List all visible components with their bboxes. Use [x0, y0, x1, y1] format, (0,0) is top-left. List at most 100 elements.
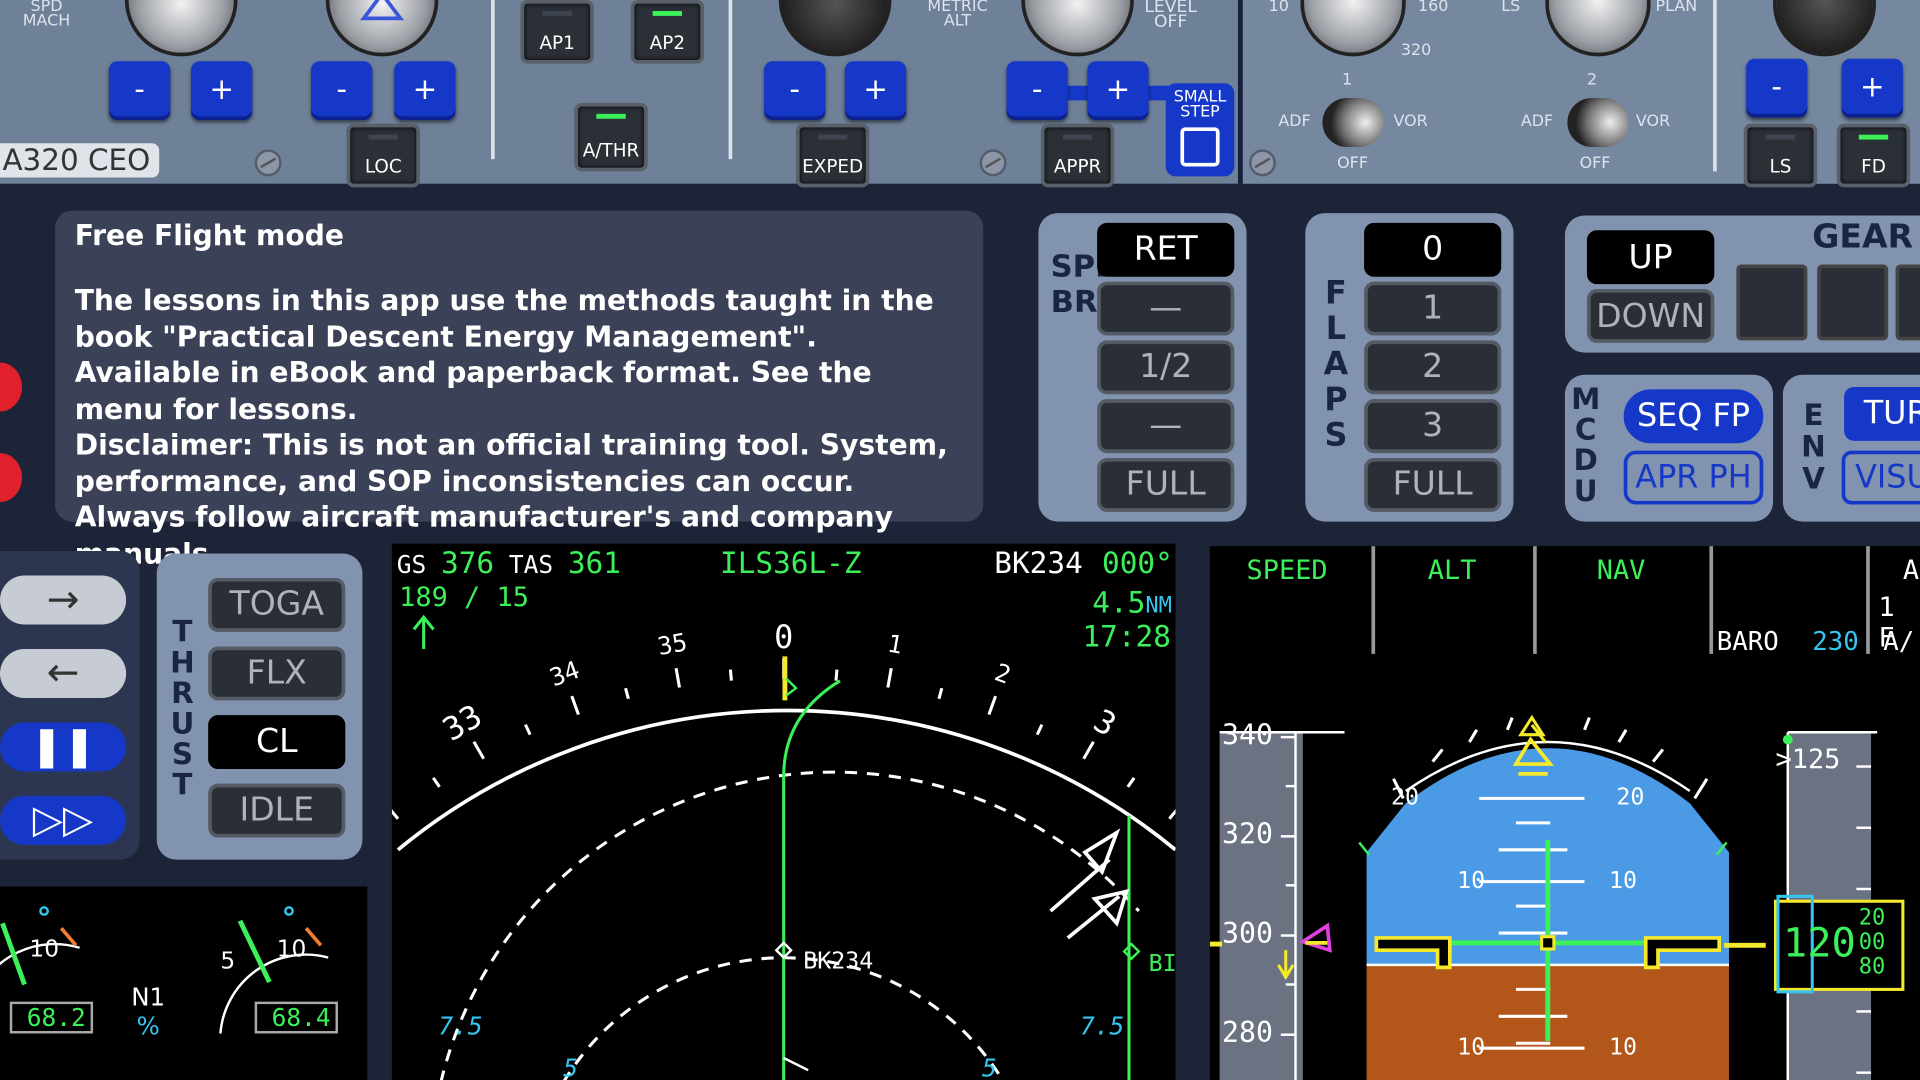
ls-button[interactable]: LS: [1743, 123, 1818, 188]
off-1-label: OFF: [1337, 154, 1368, 173]
approach-name: ILS36L-Z: [720, 546, 862, 581]
tas-label: TAS: [508, 549, 554, 580]
altitude-top-label: >125: [1775, 744, 1841, 776]
n1-label: N1: [131, 982, 166, 1012]
fast-forward-icon: ▷▷: [32, 795, 94, 843]
seq-fp-button[interactable]: SEQ FP: [1623, 389, 1764, 444]
app-stage: SPD MACH - + - + A320 CEO LOC AP1 AP2 A/…: [0, 0, 1920, 1080]
compass-tick: [391, 809, 400, 820]
athr-button[interactable]: A/THR: [574, 102, 648, 172]
compass-tick: [431, 776, 441, 788]
adf-vor-2-switch[interactable]: [1567, 97, 1629, 147]
aircraft-center-icon: [1540, 935, 1556, 951]
range-inner-right-label: 5: [982, 1053, 997, 1080]
flaps-3[interactable]: 3: [1364, 399, 1502, 454]
ap2-button[interactable]: AP2: [630, 0, 705, 64]
speed-brake-ret[interactable]: RET: [1097, 222, 1235, 277]
flaps-full[interactable]: FULL: [1364, 457, 1502, 512]
vs-plus-button[interactable]: +: [1087, 61, 1149, 121]
pause-button[interactable]: ❚❚: [0, 722, 127, 772]
ground-speed: GS 376 TAS 361: [397, 546, 621, 580]
checkbox-icon: [1180, 127, 1220, 167]
env-label: E N V: [1801, 397, 1826, 496]
visu-button[interactable]: VISU: [1841, 450, 1920, 505]
vor-2-label: VOR: [1635, 112, 1671, 132]
heading-minus-button[interactable]: -: [311, 61, 373, 121]
flaps-1[interactable]: 1: [1364, 281, 1502, 336]
alt-plus-button[interactable]: +: [844, 61, 907, 121]
heading-plus-button[interactable]: +: [394, 61, 456, 121]
aircraft-model-label: A320 CEO: [0, 143, 160, 178]
nd-time: 17:28: [1082, 619, 1171, 654]
compass-label: 0: [774, 619, 794, 657]
fd-button[interactable]: FD: [1836, 123, 1911, 188]
ap1-button[interactable]: AP1: [520, 0, 594, 64]
nd-callsign: BK234: [994, 546, 1083, 581]
vs-minus-button[interactable]: -: [1006, 61, 1068, 121]
range-right-label: 7.5: [1080, 1011, 1125, 1041]
altitude-knob[interactable]: [778, 0, 892, 57]
gs-value: 376: [440, 546, 495, 581]
exped-button[interactable]: EXPED: [795, 123, 870, 188]
nd-heading: 000°: [1102, 546, 1173, 581]
eng2-n1-value: 68.4: [254, 1001, 338, 1034]
gear-up-button[interactable]: UP: [1586, 230, 1715, 285]
tur-button[interactable]: TUR: [1844, 386, 1920, 441]
apr-ph-button[interactable]: APR PH: [1623, 450, 1764, 505]
adf-vor-1-switch[interactable]: [1322, 97, 1384, 147]
red-indicator-icon[interactable]: [0, 453, 23, 503]
screw-icon: [254, 149, 282, 177]
flaps-0[interactable]: 0: [1364, 222, 1502, 277]
compass-tick: [624, 687, 630, 700]
eng1-n1-value: 68.2: [9, 1001, 94, 1034]
speed-plus-button[interactable]: +: [191, 61, 253, 121]
speed-minus-button[interactable]: -: [108, 61, 171, 121]
compass-tick: [728, 669, 733, 681]
flaps-2[interactable]: 2: [1364, 340, 1502, 395]
n1-gauges: [0, 906, 329, 1034]
heading-knob[interactable]: [325, 0, 439, 57]
screw-icon: [979, 149, 1007, 177]
baro-minus-button[interactable]: -: [1746, 58, 1808, 118]
speed-trend-icon: [1277, 950, 1295, 981]
compass-tick: [674, 667, 681, 688]
speed-brake-detent-3[interactable]: —: [1097, 399, 1235, 454]
thrust-idle[interactable]: IDLE: [208, 783, 346, 838]
info-panel: Free Flight mode The lessons in this app…: [55, 210, 984, 570]
alt-minus-button[interactable]: -: [764, 61, 826, 121]
mode-plan-label: PLAN: [1655, 0, 1698, 16]
divider: [728, 0, 733, 160]
speed-brake-full[interactable]: FULL: [1097, 457, 1235, 512]
info-title: Free Flight mode: [74, 220, 345, 253]
arrow-right-button[interactable]: →: [0, 575, 127, 625]
gear-down-button[interactable]: DOWN: [1586, 288, 1715, 343]
gear-light-left: [1817, 264, 1889, 341]
loc-button[interactable]: LOC: [346, 123, 421, 188]
altitude-drum-mid: 00: [1858, 929, 1886, 956]
fast-forward-button[interactable]: ▷▷: [0, 795, 127, 845]
pitch-label-neg10-right: 10: [1608, 1033, 1638, 1061]
pitch-label-20-right: 20: [1616, 783, 1645, 811]
altitude-value: 120: [1782, 918, 1856, 967]
metric-alt-label: METRIC ALT: [927, 0, 988, 31]
ground-area: [1366, 964, 1729, 1080]
compass-tick: [1082, 741, 1095, 760]
speed-brake-detent-1[interactable]: —: [1097, 281, 1235, 336]
arrow-left-button[interactable]: ←: [0, 648, 127, 698]
off-2-label: OFF: [1579, 154, 1611, 173]
speed-brake-half[interactable]: 1/2: [1097, 340, 1235, 395]
red-indicator-icon[interactable]: [0, 362, 23, 412]
thrust-toga[interactable]: TOGA: [208, 577, 346, 632]
pause-icon: ❚❚: [30, 722, 96, 769]
range-160-label: 160: [1417, 0, 1449, 16]
compass-tick: [886, 667, 893, 688]
wind-readout: 189 / 15: [399, 582, 529, 614]
baro-plus-button[interactable]: +: [1841, 58, 1903, 118]
small-step-toggle[interactable]: SMALL STEP: [1165, 83, 1235, 177]
appr-button[interactable]: APPR: [1040, 123, 1115, 188]
thrust-flx[interactable]: FLX: [208, 646, 346, 701]
thrust-cl[interactable]: CL: [208, 715, 346, 769]
speed-knob[interactable]: [124, 0, 238, 57]
speed-brake-panel: SPD BRK RET — 1/2 — FULL: [1038, 213, 1247, 522]
vs-knob[interactable]: [1021, 0, 1134, 57]
